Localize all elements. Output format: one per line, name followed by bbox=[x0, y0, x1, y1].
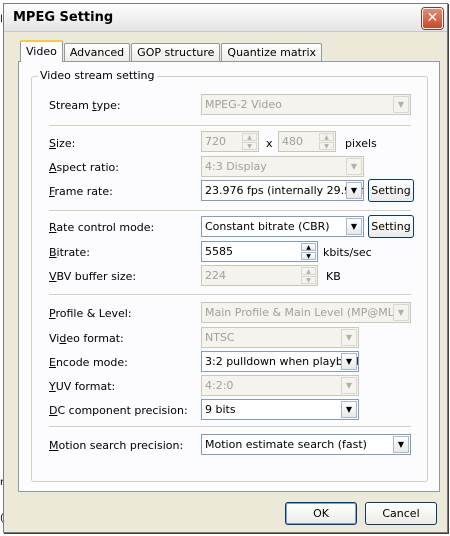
size-separator: x bbox=[266, 137, 273, 150]
dc-precision-label: DC component precision: bbox=[49, 404, 188, 417]
dc-precision-select[interactable]: 9 bits ▼ bbox=[201, 399, 359, 420]
mpeg-setting-dialog: MPEG Setting ✕ Video Advanced GOP struct… bbox=[3, 3, 448, 533]
spin-down-icon: ▼ bbox=[242, 142, 257, 150]
aspect-ratio-label: Aspect ratio: bbox=[49, 161, 119, 174]
stream-type-value: MPEG-2 Video bbox=[205, 98, 282, 111]
frame-rate-value: 23.976 fps (internally 29.97 fps bbox=[205, 184, 364, 197]
encode-mode-select[interactable]: 3:2 pulldown when playback ▼ bbox=[201, 351, 359, 372]
spin-down-icon: ▼ bbox=[301, 252, 316, 260]
vbv-buffer-unit: KB bbox=[326, 270, 341, 283]
chevron-down-icon: ▼ bbox=[393, 304, 409, 321]
rate-control-select[interactable]: Constant bitrate (CBR) ▼ bbox=[201, 216, 364, 237]
rate-control-value: Constant bitrate (CBR) bbox=[205, 220, 330, 233]
chevron-down-icon: ▼ bbox=[346, 182, 362, 199]
size-unit: pixels bbox=[345, 137, 377, 150]
bitrate-unit: kbits/sec bbox=[323, 246, 372, 259]
spin-up-icon: ▲ bbox=[319, 133, 334, 141]
spin-up-icon: ▲ bbox=[301, 267, 316, 275]
vbv-buffer-value: 224 bbox=[205, 269, 226, 282]
chevron-down-icon: ▼ bbox=[341, 401, 357, 418]
close-button[interactable]: ✕ bbox=[422, 8, 443, 29]
bitrate-label: Bitrate: bbox=[49, 246, 90, 259]
video-format-value: NTSC bbox=[205, 331, 235, 344]
dialog-title: MPEG Setting bbox=[13, 10, 114, 25]
bitrate-value: 5585 bbox=[205, 245, 233, 258]
aspect-ratio-select[interactable]: 4:3 Display ▼ bbox=[201, 156, 364, 177]
vbv-buffer-label: VBV buffer size: bbox=[49, 270, 137, 283]
cancel-button[interactable]: Cancel bbox=[365, 502, 437, 525]
chevron-down-icon: ▼ bbox=[346, 158, 362, 175]
profile-level-value: Main Profile & Main Level (MP@ML) bbox=[205, 306, 399, 319]
vbv-buffer-stepper[interactable]: 224 ▲ ▼ bbox=[201, 265, 318, 286]
yuv-format-label: YUV format: bbox=[49, 380, 116, 393]
encode-mode-value: 3:2 pulldown when playback bbox=[205, 355, 359, 368]
spin-up-icon: ▲ bbox=[301, 243, 316, 251]
motion-search-value: Motion estimate search (fast) bbox=[205, 438, 367, 451]
dc-precision-value: 9 bits bbox=[205, 403, 236, 416]
yuv-format-value: 4:2:0 bbox=[205, 379, 234, 392]
aspect-ratio-value: 4:3 Display bbox=[205, 160, 267, 173]
tab-gop-structure[interactable]: GOP structure bbox=[131, 43, 221, 62]
tab-quantize-matrix[interactable]: Quantize matrix bbox=[221, 43, 323, 62]
encode-mode-label: Encode mode: bbox=[49, 356, 128, 369]
spin-up-icon: ▲ bbox=[242, 133, 257, 141]
height-stepper[interactable]: 480 ▲ ▼ bbox=[278, 131, 336, 152]
profile-level-label: Profile & Level: bbox=[49, 307, 132, 320]
video-format-select[interactable]: NTSC ▼ bbox=[201, 327, 359, 348]
tab-strip: Video Advanced GOP structure Quantize ma… bbox=[20, 40, 323, 62]
chevron-down-icon: ▼ bbox=[393, 96, 409, 113]
stream-type-label: Stream type: bbox=[49, 99, 121, 112]
chevron-down-icon: ▼ bbox=[341, 329, 357, 346]
spin-down-icon: ▼ bbox=[319, 142, 334, 150]
chevron-down-icon: ▼ bbox=[341, 377, 357, 394]
frame-rate-label: Frame rate: bbox=[49, 185, 113, 198]
group-label: Video stream setting bbox=[38, 69, 157, 82]
spin-down-icon: ▼ bbox=[301, 276, 316, 284]
chevron-down-icon: ▼ bbox=[341, 353, 357, 370]
separator bbox=[49, 125, 411, 127]
tab-video[interactable]: Video bbox=[20, 40, 63, 62]
title-bar[interactable]: MPEG Setting ✕ bbox=[4, 4, 447, 32]
separator bbox=[49, 294, 411, 296]
chevron-down-icon: ▼ bbox=[393, 436, 409, 453]
rate-control-label: Rate control mode: bbox=[49, 221, 155, 234]
profile-level-select[interactable]: Main Profile & Main Level (MP@ML) ▼ bbox=[201, 302, 411, 323]
frame-rate-setting-button[interactable]: Setting bbox=[368, 179, 414, 202]
yuv-format-select[interactable]: 4:2:0 ▼ bbox=[201, 375, 359, 396]
separator bbox=[49, 210, 411, 212]
motion-search-select[interactable]: Motion estimate search (fast) ▼ bbox=[201, 434, 411, 455]
separator bbox=[49, 426, 411, 428]
bitrate-stepper[interactable]: 5585 ▲ ▼ bbox=[201, 241, 318, 262]
rate-control-setting-button[interactable]: Setting bbox=[368, 215, 414, 238]
video-tab-panel: Video stream setting Stream type: MPEG-2… bbox=[18, 61, 440, 492]
chevron-down-icon: ▼ bbox=[346, 218, 362, 235]
video-format-label: Video format: bbox=[49, 332, 124, 345]
height-value: 480 bbox=[282, 135, 303, 148]
motion-search-label: Motion search precision: bbox=[49, 439, 184, 452]
ok-button[interactable]: OK bbox=[285, 502, 357, 525]
tab-advanced[interactable]: Advanced bbox=[63, 43, 131, 62]
width-value: 720 bbox=[205, 135, 226, 148]
stream-type-select[interactable]: MPEG-2 Video ▼ bbox=[201, 94, 411, 115]
close-icon: ✕ bbox=[426, 10, 439, 26]
frame-rate-select[interactable]: 23.976 fps (internally 29.97 fps ▼ bbox=[201, 180, 364, 201]
width-stepper[interactable]: 720 ▲ ▼ bbox=[201, 131, 259, 152]
size-label: Size: bbox=[49, 137, 76, 150]
